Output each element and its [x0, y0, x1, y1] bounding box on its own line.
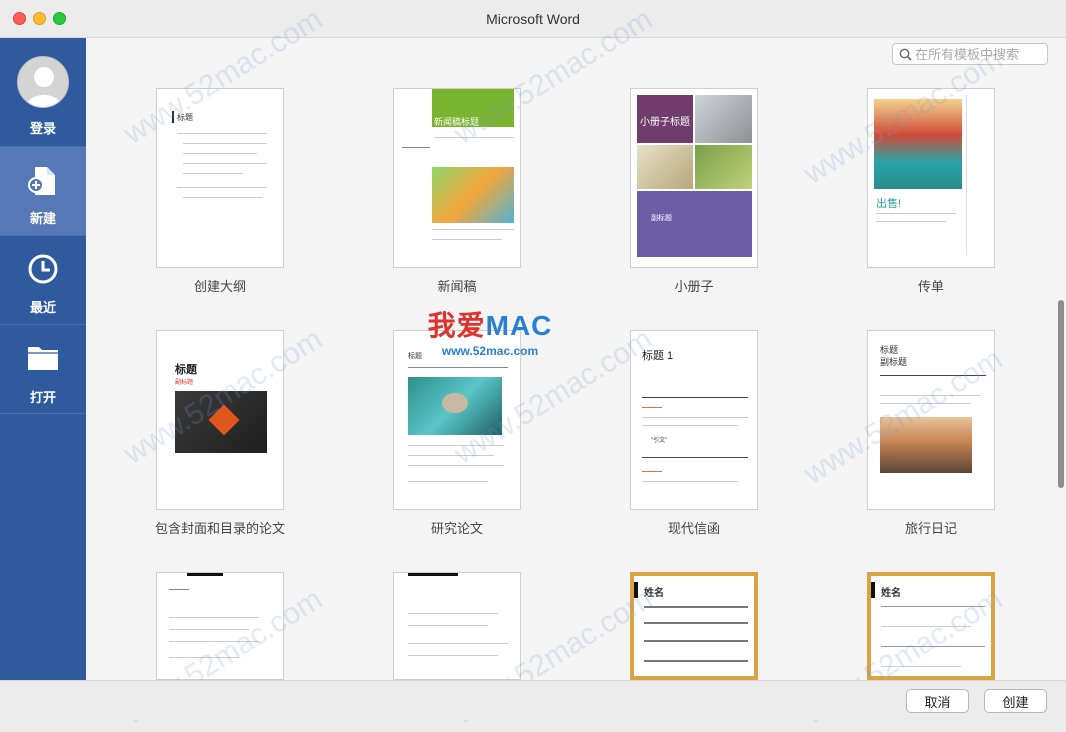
template-modern-letter[interactable]: 标题 1 "引文" — [630, 330, 758, 510]
preview-subheading: 副标题 — [175, 380, 194, 386]
template-label: 传单 — [917, 279, 944, 294]
window-title: Microsoft Word — [486, 11, 580, 27]
vertical-scrollbar[interactable] — [1058, 300, 1064, 488]
preview-subheading: 副标题 — [880, 357, 908, 367]
clock-icon — [27, 253, 59, 290]
sidebar-item-recent[interactable]: 最近 — [0, 236, 86, 325]
preview-heading: 新闻稿标题 — [434, 117, 480, 127]
template-paper-with-cover[interactable]: 标题 副标题 — [156, 330, 284, 510]
template-resume-gold-a[interactable]: 姓名 — [630, 572, 758, 680]
template-flyer[interactable]: 出售! — [867, 88, 995, 268]
sidebar-item-label: 最近 — [29, 300, 56, 315]
preview-quote: "引文" — [651, 438, 668, 444]
template-brochure[interactable]: 小册子标题 副标题 — [630, 88, 758, 268]
template-label: 包含封面和目录的论文 — [154, 521, 285, 536]
avatar-icon — [17, 56, 69, 108]
template-label: 研究论文 — [430, 521, 483, 536]
sidebar: 登录 新建 最近 打开 — [0, 38, 86, 680]
template-outline[interactable]: 标题 — [156, 88, 284, 268]
search-box[interactable] — [892, 43, 1048, 65]
folder-icon — [27, 343, 59, 376]
template-gallery: 标题 创建大纲 新闻稿标题 新闻稿 小册子标题 — [86, 38, 1066, 680]
watermark-logo: 我爱MAC www.52mac.com — [420, 304, 560, 358]
title-bar: Microsoft Word — [0, 0, 1066, 38]
new-document-icon — [27, 165, 59, 202]
template-resume-gold-b[interactable]: 姓名 — [867, 572, 995, 680]
sidebar-item-new[interactable]: 新建 — [0, 147, 86, 236]
preview-subheading: 副标题 — [651, 215, 672, 222]
template-label: 小册子 — [674, 279, 714, 294]
search-icon — [899, 48, 912, 61]
template-label: 新闻稿 — [437, 279, 477, 294]
footer-bar: 取消 创建 — [0, 680, 1066, 720]
sidebar-item-signin[interactable]: 登录 — [0, 38, 86, 147]
template-newsletter[interactable]: 新闻稿标题 — [393, 88, 521, 268]
template-label: 创建大纲 — [193, 279, 246, 294]
preview-heading: 标题 — [177, 113, 193, 122]
preview-heading: 姓名 — [881, 588, 901, 599]
template-travel-journal[interactable]: 标题 副标题 — [867, 330, 995, 510]
watermark-logo-url: www.52mac.com — [441, 344, 539, 358]
template-label: 现代信函 — [667, 521, 720, 536]
preview-heading: 出售! — [876, 198, 902, 210]
sidebar-item-label: 新建 — [29, 211, 56, 226]
sidebar-item-open[interactable]: 打开 — [0, 325, 86, 414]
preview-heading: 姓名 — [644, 588, 664, 599]
create-button[interactable]: 创建 — [984, 689, 1047, 713]
sidebar-item-label: 打开 — [29, 390, 56, 405]
template-resume-a[interactable] — [156, 572, 284, 680]
preview-heading: 小册子标题 — [640, 117, 690, 128]
preview-heading: 标题 — [175, 364, 197, 376]
template-label: 旅行日记 — [904, 521, 957, 536]
word-window: Microsoft Word 登录 新建 最近 打开 在所有模板中搜索 标题 创… — [0, 0, 1066, 731]
search-input[interactable] — [915, 46, 1043, 62]
cancel-button[interactable]: 取消 — [906, 689, 969, 713]
template-resume-b[interactable] — [393, 572, 521, 680]
preview-heading: 标题 1 — [642, 350, 674, 362]
sidebar-item-label: 登录 — [29, 121, 56, 136]
watermark-logo-text: 我爱MAC — [427, 310, 553, 341]
